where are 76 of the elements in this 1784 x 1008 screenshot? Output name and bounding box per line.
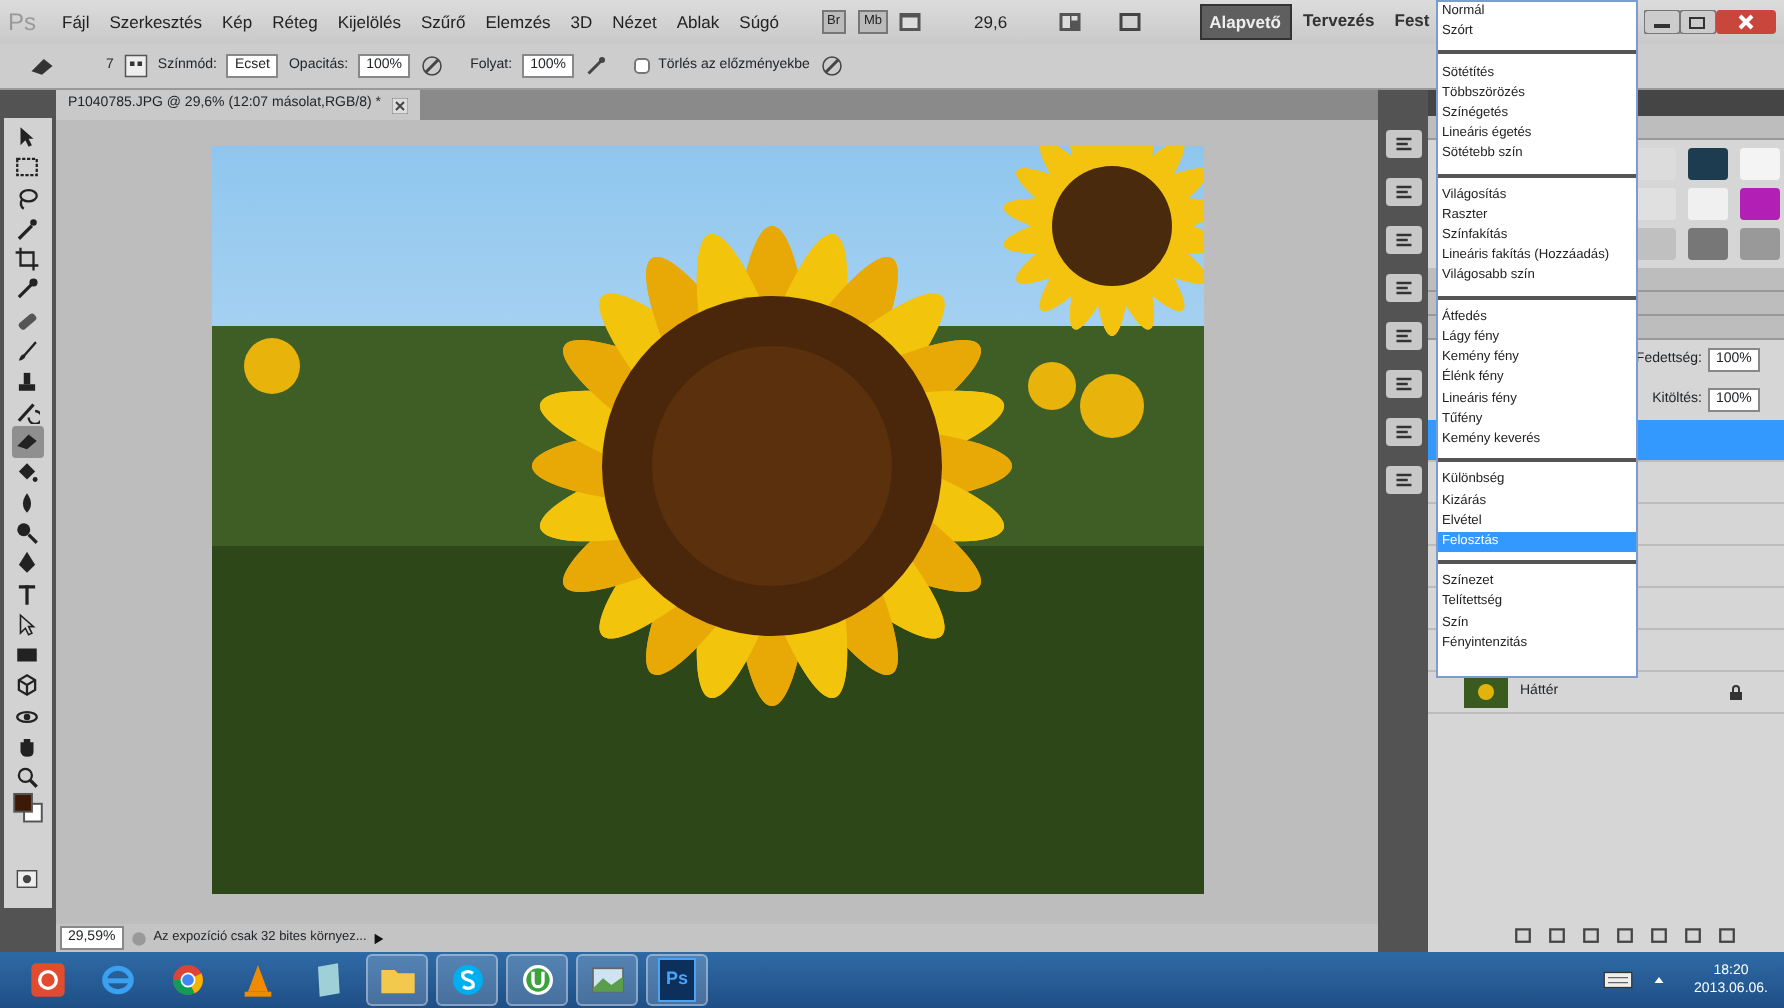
screen-mode-icon[interactable] — [1115, 10, 1144, 34]
panel-icon[interactable] — [1391, 422, 1416, 442]
style-swatch[interactable] — [1636, 148, 1676, 180]
menu-item[interactable]: Szűrő — [410, 9, 476, 35]
workspace-button[interactable]: Fest — [1386, 3, 1438, 41]
workspace-button[interactable]: Alapvető — [1199, 3, 1291, 41]
menu-item[interactable]: Kép — [212, 9, 263, 35]
color-swatches-icon[interactable] — [11, 792, 44, 824]
lasso-icon[interactable] — [14, 185, 41, 212]
zoom-level-dropdown[interactable]: 29,6 — [974, 9, 1008, 35]
menu-item[interactable]: 3D — [560, 9, 603, 35]
up-arrow-icon[interactable] — [1652, 974, 1667, 986]
film-icon[interactable] — [894, 10, 927, 34]
menu-item[interactable]: Fájl — [52, 9, 100, 35]
erase-to-history-checkbox[interactable] — [634, 58, 651, 74]
menu-item[interactable]: Elemzés — [475, 9, 561, 35]
airbrush-icon[interactable] — [584, 54, 609, 78]
menu-item[interactable]: Kijelölés — [327, 9, 411, 35]
panel-icon[interactable] — [1391, 278, 1416, 298]
crop-icon[interactable] — [14, 246, 41, 273]
lock-icon — [1728, 683, 1744, 701]
torrent-icon[interactable] — [517, 960, 557, 1000]
panel-icon[interactable] — [1391, 230, 1416, 250]
cube-icon[interactable] — [14, 672, 41, 699]
bucket-icon[interactable] — [14, 459, 41, 486]
eyedropper-icon[interactable] — [14, 276, 41, 303]
panel-icon[interactable] — [1391, 134, 1416, 154]
style-swatch[interactable] — [1688, 228, 1728, 260]
taskbar-button[interactable]: Ps — [646, 954, 708, 1006]
mask-icon[interactable] — [14, 868, 41, 891]
dodge-icon[interactable] — [14, 520, 41, 547]
brush-preset-icon[interactable] — [123, 54, 148, 78]
close-icon[interactable] — [392, 97, 409, 113]
style-swatch[interactable] — [1740, 148, 1780, 180]
style-swatch[interactable] — [1688, 148, 1728, 180]
zoom-icon[interactable] — [14, 764, 41, 791]
style-swatch[interactable] — [1688, 188, 1728, 220]
browser-e-icon[interactable] — [97, 960, 137, 1000]
layout-icon[interactable] — [1055, 10, 1084, 34]
layer-thumbnail — [1464, 676, 1508, 708]
taskbar-button[interactable] — [506, 954, 568, 1006]
pressure-icon[interactable] — [420, 54, 445, 78]
pointer-icon[interactable] — [14, 611, 41, 638]
panel-icon[interactable] — [1391, 326, 1416, 346]
panel-icon[interactable] — [1391, 470, 1416, 490]
panel-icon[interactable] — [1391, 374, 1416, 394]
marquee-icon[interactable] — [14, 154, 41, 181]
stamp-icon[interactable] — [14, 367, 41, 394]
history-brush-icon[interactable] — [14, 398, 41, 425]
style-swatch[interactable] — [1636, 228, 1676, 260]
play-icon[interactable] — [372, 929, 387, 947]
keyboard-icon[interactable] — [1600, 970, 1637, 990]
style-swatch[interactable] — [1740, 228, 1780, 260]
power-icon[interactable] — [27, 960, 67, 1000]
wand-icon[interactable] — [14, 215, 41, 242]
minimize-icon[interactable] — [1644, 10, 1680, 34]
restore-icon[interactable] — [1680, 10, 1716, 34]
pen-icon[interactable] — [14, 550, 41, 577]
style-swatch[interactable] — [1636, 188, 1676, 220]
app-logo: Ps — [8, 6, 37, 40]
workspace-button[interactable]: Tervezés — [1295, 3, 1383, 41]
menu-item[interactable]: Réteg — [262, 9, 328, 35]
style-swatch[interactable] — [1740, 188, 1780, 220]
pressure-icon[interactable] — [819, 54, 844, 78]
menu-item[interactable]: Szerkesztés — [99, 9, 213, 35]
menu-item[interactable]: Súgó — [729, 9, 790, 35]
taskbar-button[interactable] — [436, 954, 498, 1006]
menu-item[interactable]: Nézet — [602, 9, 667, 35]
taskbar-button[interactable] — [576, 954, 638, 1006]
brush-icon[interactable] — [14, 337, 41, 364]
type-tool-icon[interactable] — [14, 581, 41, 608]
close-icon[interactable] — [1716, 10, 1776, 34]
panel-icon[interactable] — [1391, 182, 1416, 202]
chrome-icon[interactable] — [167, 960, 207, 1000]
menu-item[interactable]: Ablak — [666, 9, 730, 35]
skype-icon[interactable] — [447, 960, 487, 1000]
